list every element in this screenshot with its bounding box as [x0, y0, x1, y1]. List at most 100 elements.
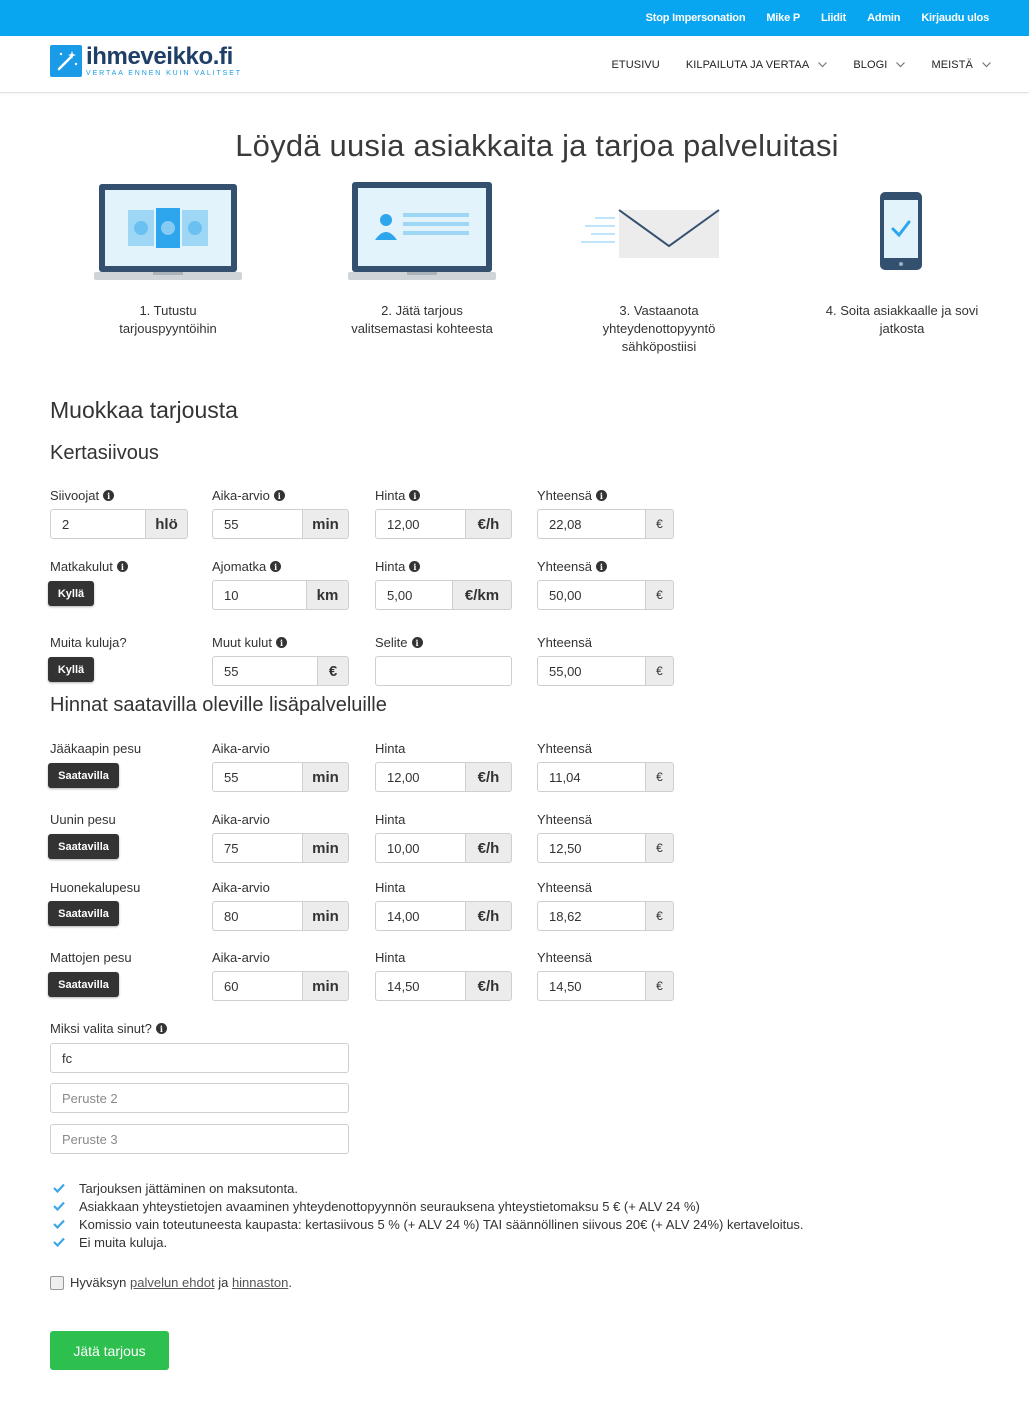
logout-link[interactable]: Kirjaudu ulos [921, 12, 989, 24]
terms-link[interactable]: palvelun ehdot [130, 1275, 215, 1290]
info-icon[interactable]: i [270, 561, 282, 572]
time-estimate-input[interactable] [212, 509, 302, 539]
price-input[interactable] [375, 971, 465, 1001]
step-caption: tarjouspyyntöihin [119, 321, 217, 336]
magic-wand-icon [50, 45, 82, 77]
price-input[interactable] [375, 901, 465, 931]
nav-kilpailuta[interactable]: KILPAILUTA JA VERTAA [686, 59, 828, 71]
label-text: Yhteensä [537, 559, 592, 574]
terms-agreement: Hyväksyn palvelun ehdot ja hinnaston. [50, 1275, 292, 1290]
other-expenses-input[interactable] [212, 656, 317, 686]
step-1: 1. Tutustu tarjouspyyntöihin [48, 180, 288, 338]
list-item-text: Asiakkaan yhteystietojen avaaminen yhtey… [79, 1198, 700, 1214]
total-input[interactable] [537, 509, 645, 539]
top-links: Stop Impersonation Mike P Liidit Admin K… [646, 0, 990, 36]
info-icon[interactable]: i [411, 637, 423, 648]
info-icon[interactable]: i [103, 490, 115, 501]
total-input[interactable] [537, 762, 645, 792]
stop-impersonation-link[interactable]: Stop Impersonation [646, 12, 746, 24]
time-estimate-input[interactable] [212, 901, 302, 931]
price-list-link[interactable]: hinnaston [232, 1275, 288, 1290]
extra-name: Huonekalupesu [50, 880, 141, 895]
total-input[interactable] [537, 971, 645, 1001]
label-text: Ajomatka [212, 559, 267, 574]
unit-addon: €/km [452, 580, 512, 610]
envelope-icon [539, 180, 779, 292]
description-input[interactable] [375, 656, 512, 686]
driving-distance-input[interactable] [212, 580, 306, 610]
unit-addon: € [645, 833, 674, 863]
info-icon[interactable]: i [273, 490, 285, 501]
price-input[interactable] [375, 762, 465, 792]
available-button[interactable]: Saatavilla [48, 763, 119, 788]
reason-2-input[interactable] [50, 1083, 349, 1113]
unit-addon: € [645, 901, 674, 931]
step-caption: sähköpostiisi [621, 339, 697, 354]
info-icon[interactable]: i [116, 561, 128, 572]
time-estimate-field: min [212, 833, 349, 863]
user-link[interactable]: Mike P [766, 12, 800, 24]
km-price-label: Hinta i [375, 559, 421, 574]
info-icon[interactable]: i [275, 637, 287, 648]
info-icon[interactable]: i [595, 490, 607, 501]
price-field: €/h [375, 901, 512, 931]
logo[interactable]: ihmeveikko.fi VERTAA ENNEN KUIN VALITSET [50, 45, 242, 81]
unit-addon: €/h [465, 833, 512, 863]
price-input[interactable] [375, 509, 465, 539]
submit-offer-button[interactable]: Jätä tarjous [50, 1331, 169, 1370]
nav-meista[interactable]: MEISTÄ [931, 59, 991, 71]
label-text: Hinta [375, 559, 406, 574]
logo-tagline: VERTAA ENNEN KUIN VALITSET [86, 70, 242, 77]
other-costs-label: Muita kuluja? [50, 635, 127, 650]
travel-total-input[interactable] [537, 580, 645, 610]
reason-1-input[interactable] [50, 1043, 349, 1073]
time-estimate-input[interactable] [212, 833, 302, 863]
unit-addon: € [645, 509, 674, 539]
driving-distance-field: km [212, 580, 349, 610]
time-estimate-input[interactable] [212, 762, 302, 792]
available-button[interactable]: Saatavilla [48, 972, 119, 997]
phone-check-icon [782, 180, 1022, 292]
label-text: Muut kulut [212, 635, 272, 650]
total-input[interactable] [537, 833, 645, 863]
step-caption: 1. Tutustu [139, 303, 197, 318]
available-button[interactable]: Saatavilla [48, 834, 119, 859]
description-label: Selite i [375, 635, 423, 650]
step-2: 2. Jätä tarjous valitsemastasi kohteesta [302, 180, 542, 338]
cleaners-label: Siivoojat i [50, 488, 115, 503]
list-item-text: Tarjouksen jättäminen on maksutonta. [79, 1180, 298, 1196]
label-text: Siivoojat [50, 488, 100, 503]
step-caption: jatkosta [879, 321, 925, 336]
km-price-input[interactable] [375, 580, 452, 610]
travel-total-label: Yhteensä i [537, 559, 607, 574]
nav-etusivu[interactable]: ETUSIVU [611, 59, 659, 71]
nav-blogi[interactable]: BLOGI [853, 59, 906, 71]
agree-text: Hyväksyn [70, 1275, 127, 1290]
info-icon[interactable]: i [595, 561, 607, 572]
unit-addon: € [645, 762, 674, 792]
unit-addon: €/h [465, 971, 512, 1001]
total-field: € [537, 762, 674, 792]
available-button[interactable]: Saatavilla [48, 901, 119, 926]
other-costs-yes-button[interactable]: Kyllä [48, 657, 94, 682]
nav-label: ETUSIVU [611, 58, 660, 71]
admin-link[interactable]: Admin [867, 12, 900, 24]
info-icon[interactable]: i [409, 561, 421, 572]
price-label: Hinta [375, 880, 406, 895]
check-icon [53, 1237, 65, 1247]
time-estimate-input[interactable] [212, 971, 302, 1001]
total-input[interactable] [537, 901, 645, 931]
other-total-input[interactable] [537, 656, 645, 686]
main-nav: ETUSIVU KILPAILUTA JA VERTAA BLOGI MEIST… [611, 36, 991, 93]
price-input[interactable] [375, 833, 465, 863]
reason-3-input[interactable] [50, 1124, 349, 1154]
cleaners-input[interactable] [50, 509, 145, 539]
laptop-euro-icon [48, 180, 288, 292]
list-item-text: Ei muita kuluja. [79, 1234, 168, 1250]
info-icon[interactable]: i [409, 490, 421, 501]
travel-costs-yes-button[interactable]: Kyllä [48, 581, 94, 606]
terms-checkbox[interactable] [50, 1275, 64, 1290]
leads-link[interactable]: Liidit [821, 12, 846, 24]
info-icon[interactable]: i [155, 1023, 167, 1034]
chevron-down-icon [818, 61, 828, 67]
